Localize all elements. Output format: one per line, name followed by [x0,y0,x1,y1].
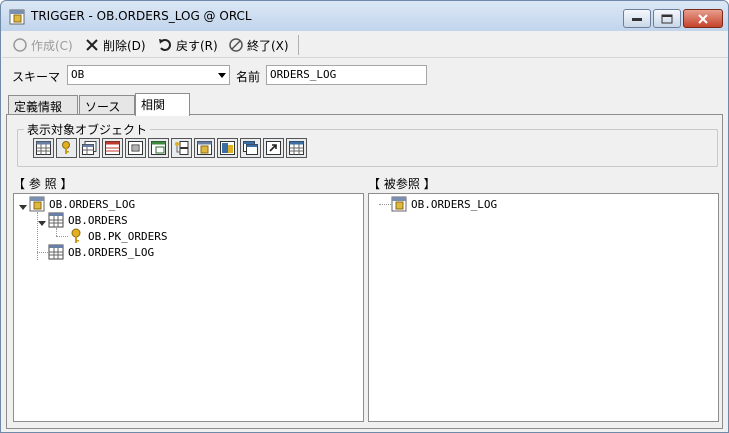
trigger-window: TRIGGER - OB.ORDERS_LOG @ ORCL 作成(C) 削除(… [0,0,729,433]
grid-icon [289,141,304,155]
toolbar-separator [298,35,299,55]
window-title: TRIGGER - OB.ORDERS_LOG @ ORCL [31,9,252,23]
show-index-button[interactable] [79,138,100,158]
exit-icon [229,38,243,52]
tree-line [37,252,48,253]
back-button[interactable]: 戻す(R) [158,35,218,55]
collapse-toggle-icon[interactable] [38,221,46,226]
collapse-toggle-icon[interactable] [19,205,27,210]
delete-icon [86,39,98,51]
delete-button[interactable]: 削除(D) [85,35,146,55]
schema-label: スキーマ [12,70,61,84]
undo-icon [159,39,171,51]
show-relation-button[interactable] [171,138,192,158]
tree-node-label: OB.PK_ORDERS [88,229,168,243]
show-grid-button[interactable] [286,138,307,158]
key-icon [62,141,70,154]
tree-node-label: OB.ORDERS [68,213,128,227]
delete-label: 削除(D) [103,38,146,53]
schema-select[interactable]: OB [67,65,230,85]
show-sequence-button[interactable] [125,138,146,158]
index-icon [82,141,97,155]
table-icon [48,244,64,260]
display-objects-label: 表示対象オブジェクト [24,121,151,138]
schema-row: スキーマ OB 名前 ORDERS_LOG [1,65,728,89]
chevron-down-icon[interactable] [218,73,226,78]
show-view-button[interactable] [148,138,169,158]
show-constraint-button[interactable] [102,138,123,158]
tree-node-label: OB.ORDERS_LOG [68,245,155,259]
minimize-button[interactable] [623,9,651,28]
show-shortcut-button[interactable] [263,138,284,158]
title-bar[interactable]: TRIGGER - OB.ORDERS_LOG @ ORCL [1,1,728,31]
close-button[interactable] [683,9,723,28]
exit-button[interactable]: 終了(X) [229,35,289,55]
key-icon [71,228,81,243]
trigger-icon [197,141,212,155]
tree-node-log[interactable]: OB.ORDERS_LOG [48,244,154,260]
trigger-icon [29,196,45,212]
show-trigger-button[interactable] [194,138,215,158]
tree-node-root[interactable]: OB.ORDERS_LOG [29,196,135,212]
tree-node-root[interactable]: OB.ORDERS_LOG [391,196,497,212]
relations-panel: 表示対象オブジェクト 【 参 照 】 【 被参照 】 OB.ORDERS_LOG… [6,114,723,429]
create-button[interactable]: 作成(C) [13,35,73,55]
constraint-icon [105,141,120,155]
tree-node-label: OB.ORDERS_LOG [411,197,498,211]
shortcut-icon [266,141,281,155]
table-icon [48,212,64,228]
name-field[interactable]: ORDERS_LOG [266,65,427,85]
show-package-button[interactable] [217,138,238,158]
package-icon [220,141,235,155]
tree-line [379,204,391,205]
name-value: ORDERS_LOG [270,68,337,81]
back-label: 戻す(R) [176,38,218,53]
exit-label: 終了(X) [247,38,289,53]
maximize-button[interactable] [653,9,681,28]
trigger-icon [391,196,407,212]
toolbar: 作成(C) 削除(D) 戻す(R) 終了(X) [2,31,728,58]
show-synonym-button[interactable] [240,138,261,158]
tab-definition[interactable]: 定義情報 [8,95,78,115]
view-icon [151,141,166,155]
referenced-by-tree[interactable]: OB.ORDERS_LOG [368,193,719,422]
references-label: 【 参 照 】 [13,177,73,191]
table-icon [36,141,51,155]
referenced-by-label: 【 被参照 】 [368,177,436,191]
tree-line [56,228,57,236]
synonym-icon [243,141,258,155]
schema-value: OB [71,68,85,81]
relation-icon [175,141,189,155]
tree-node-table[interactable]: OB.ORDERS [48,212,128,228]
tab-relations[interactable]: 相関 [135,93,190,116]
tree-node-label: OB.ORDERS_LOG [49,197,136,211]
create-icon [13,38,27,52]
name-label: 名前 [236,70,261,84]
tree-node-key[interactable]: OB.PK_ORDERS [68,228,167,244]
show-table-button[interactable] [33,138,54,158]
show-key-button[interactable] [56,138,77,158]
tab-source[interactable]: ソース [79,95,135,115]
trigger-icon [9,9,25,25]
references-tree[interactable]: OB.ORDERS_LOG OB.ORDERS OB.PK_ORDERS OB.… [13,193,364,422]
sequence-icon [128,141,143,155]
create-label: 作成(C) [31,38,73,53]
tree-line [56,236,68,237]
